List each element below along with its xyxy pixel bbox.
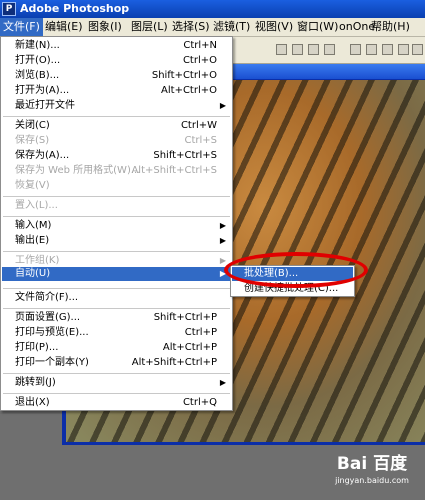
menu-item-export[interactable]: 输出(E) ▶ bbox=[2, 234, 231, 248]
file-menu: 新建(N)... Ctrl+N 打开(O)... Ctrl+O 浏览(B)... Sh… bbox=[0, 36, 233, 411]
distribute-button[interactable] bbox=[366, 44, 377, 55]
menu-item-workgroup: 工作组(K) ▶ bbox=[15, 255, 226, 266]
menu-item-page-setup[interactable]: 页面设置(G)... Shift+Ctrl+P bbox=[2, 311, 231, 325]
distribute-button[interactable] bbox=[382, 44, 393, 55]
menu-item-file-info[interactable]: 文件简介(F)... bbox=[2, 291, 231, 305]
submenu-arrow-icon: ▶ bbox=[219, 236, 226, 245]
baidu-logo: Bai 百度 bbox=[336, 454, 408, 474]
menu-item-close[interactable]: 关闭(C) Ctrl+W bbox=[2, 119, 231, 133]
menu-bar: 文件(F) 编辑(E) 图象(I) 图层(L) 选择(S) 滤镜(T) 视图(V… bbox=[0, 18, 425, 37]
menu-item-save-as[interactable]: 保存为(A)... Shift+Ctrl+S bbox=[2, 149, 231, 163]
menu-separator bbox=[3, 373, 230, 374]
distribute-button[interactable] bbox=[412, 44, 423, 55]
menu-item-recent-files[interactable]: 最近打开文件 ▶ bbox=[2, 99, 231, 113]
menu-item-print-preview[interactable]: 打印与预览(E)... Ctrl+P bbox=[2, 326, 231, 340]
menu-separator bbox=[3, 288, 230, 289]
menu-item-jump-to[interactable]: 跳转到(J) ▶ bbox=[2, 376, 231, 390]
menu-help[interactable]: 帮助(H) bbox=[368, 18, 413, 36]
menu-item-print[interactable]: 打印(P)... Alt+Ctrl+P bbox=[2, 341, 231, 355]
menu-item-save-for-web: 保存为 Web 所用格式(W)... Alt+Shift+Ctrl+S bbox=[15, 165, 217, 176]
menu-item-new[interactable]: 新建(N)... Ctrl+N bbox=[2, 39, 231, 53]
red-annotation-circle bbox=[224, 252, 368, 288]
menu-separator bbox=[3, 308, 230, 309]
menu-window[interactable]: 窗口(W) bbox=[294, 18, 341, 36]
submenu-arrow-icon: ▶ bbox=[219, 101, 226, 110]
align-button[interactable] bbox=[308, 44, 319, 55]
menu-separator bbox=[3, 216, 230, 217]
baidu-watermark: Bai 百度 jingyan.baidu.com bbox=[322, 453, 422, 497]
menu-layer[interactable]: 图层(L) bbox=[128, 18, 171, 36]
submenu-arrow-icon: ▶ bbox=[219, 378, 226, 387]
menu-item-browse[interactable]: 浏览(B)... Shift+Ctrl+O bbox=[2, 69, 231, 83]
menu-separator bbox=[3, 196, 230, 197]
menu-item-open[interactable]: 打开(O)... Ctrl+O bbox=[2, 54, 231, 68]
align-button[interactable] bbox=[276, 44, 287, 55]
align-button[interactable] bbox=[324, 44, 335, 55]
window-title: Adobe Photoshop bbox=[20, 2, 130, 15]
menu-item-import[interactable]: 输入(M) ▶ bbox=[2, 219, 231, 233]
menu-image[interactable]: 图象(I) bbox=[85, 18, 125, 36]
menu-file[interactable]: 文件(F) bbox=[0, 18, 43, 36]
distribute-button[interactable] bbox=[398, 44, 409, 55]
menu-item-place: 置入(L)... bbox=[15, 200, 58, 211]
menu-view[interactable]: 视图(V) bbox=[252, 18, 296, 36]
menu-select[interactable]: 选择(S) bbox=[169, 18, 213, 36]
menu-item-automate[interactable]: 自动(U) ▶ bbox=[2, 267, 231, 281]
menu-item-save: 保存(S) Ctrl+S bbox=[15, 135, 217, 146]
distribute-button[interactable] bbox=[350, 44, 361, 55]
menu-item-print-one-copy[interactable]: 打印一个副本(Y) Alt+Shift+Ctrl+P bbox=[2, 356, 231, 370]
menu-edit[interactable]: 编辑(E) bbox=[42, 18, 86, 36]
submenu-arrow-icon: ▶ bbox=[219, 221, 226, 230]
align-button[interactable] bbox=[292, 44, 303, 55]
menu-item-open-as[interactable]: 打开为(A)... Alt+Ctrl+O bbox=[2, 84, 231, 98]
menu-filter[interactable]: 滤镜(T) bbox=[210, 18, 253, 36]
menu-separator bbox=[3, 116, 230, 117]
menu-separator bbox=[3, 251, 230, 252]
menu-item-exit[interactable]: 退出(X) Ctrl+Q bbox=[2, 396, 231, 410]
watermark-url: jingyan.baidu.com bbox=[335, 476, 409, 485]
menu-separator bbox=[3, 393, 230, 394]
title-bar: P Adobe Photoshop bbox=[0, 0, 425, 18]
ps-icon[interactable]: P bbox=[2, 2, 16, 16]
menu-item-revert: 恢复(V) bbox=[15, 180, 50, 191]
